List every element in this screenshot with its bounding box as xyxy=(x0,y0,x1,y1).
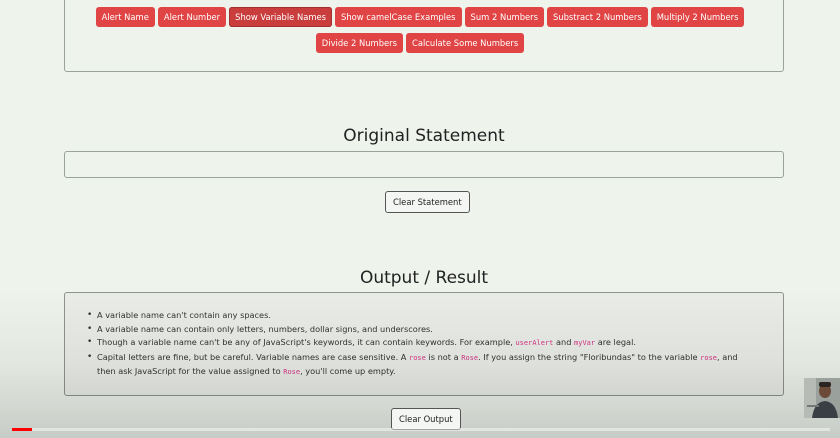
page: Alert Name Alert Number Show Variable Na… xyxy=(0,0,840,438)
clear-statement-button[interactable]: Clear Statement xyxy=(385,191,470,213)
list-item-text: A variable name can't contain any spaces… xyxy=(97,310,271,320)
list-item: Though a variable name can't be any of J… xyxy=(87,336,783,351)
code-snippet: userAlert xyxy=(515,339,554,348)
divide-2-numbers-button[interactable]: Divide 2 Numbers xyxy=(315,33,403,53)
alert-number-button[interactable]: Alert Number xyxy=(157,7,227,27)
show-camelcase-examples-button[interactable]: Show camelCase Examples xyxy=(335,7,462,27)
list-item-text: , you'll come up empty. xyxy=(300,366,396,377)
list-item-text: and xyxy=(553,337,575,348)
list-item-text: are legal. xyxy=(595,337,636,348)
show-variable-names-button[interactable]: Show Variable Names xyxy=(229,7,333,27)
output-result-heading: Output / Result xyxy=(359,268,489,288)
list-item-text: is not a xyxy=(425,351,462,362)
calculate-some-numbers-button[interactable]: Calculate Some Numbers xyxy=(405,33,525,53)
list-item: A variable name can contain only letters… xyxy=(87,323,783,337)
button-row-1: Alert Name Alert Number Show Variable Na… xyxy=(0,7,840,27)
substract-2-numbers-button[interactable]: Substract 2 Numbers xyxy=(546,7,648,27)
clear-output-button[interactable]: Clear Output xyxy=(391,408,461,430)
code-snippet: Rose xyxy=(461,353,479,362)
output-list: A variable name can't contain any spaces… xyxy=(65,293,783,380)
alert-name-button[interactable]: Alert Name xyxy=(95,7,155,27)
list-item-text: A variable name can contain only letters… xyxy=(97,323,433,334)
webcam-thumbnail xyxy=(804,378,840,418)
code-snippet: myVar xyxy=(574,339,596,348)
sum-2-numbers-button[interactable]: Sum 2 Numbers xyxy=(464,7,544,27)
list-item-text: Though a variable name can't be any of J… xyxy=(97,337,516,348)
original-statement-field[interactable] xyxy=(64,151,784,178)
original-statement-heading: Original Statement xyxy=(343,126,505,146)
list-item-text: Capital letters are fine, but be careful… xyxy=(97,351,409,362)
multiply-2-numbers-button[interactable]: Multiply 2 Numbers xyxy=(650,7,745,27)
code-snippet: rose xyxy=(409,353,426,362)
list-item: A variable name can't contain any spaces… xyxy=(87,309,783,323)
code-snippet: rose xyxy=(700,353,717,362)
list-item-text: . If you assign the string "Floribundas"… xyxy=(478,351,701,362)
output-result-box: A variable name can't contain any spaces… xyxy=(64,292,784,396)
presenter-image-icon xyxy=(804,378,840,418)
button-row-2: Divide 2 Numbers Calculate Some Numbers xyxy=(0,33,840,53)
list-item: Capital letters are fine, but be careful… xyxy=(87,351,783,380)
code-snippet: Rose xyxy=(283,368,301,377)
video-progress-fill xyxy=(12,428,33,431)
video-progress-bar[interactable] xyxy=(12,428,830,431)
